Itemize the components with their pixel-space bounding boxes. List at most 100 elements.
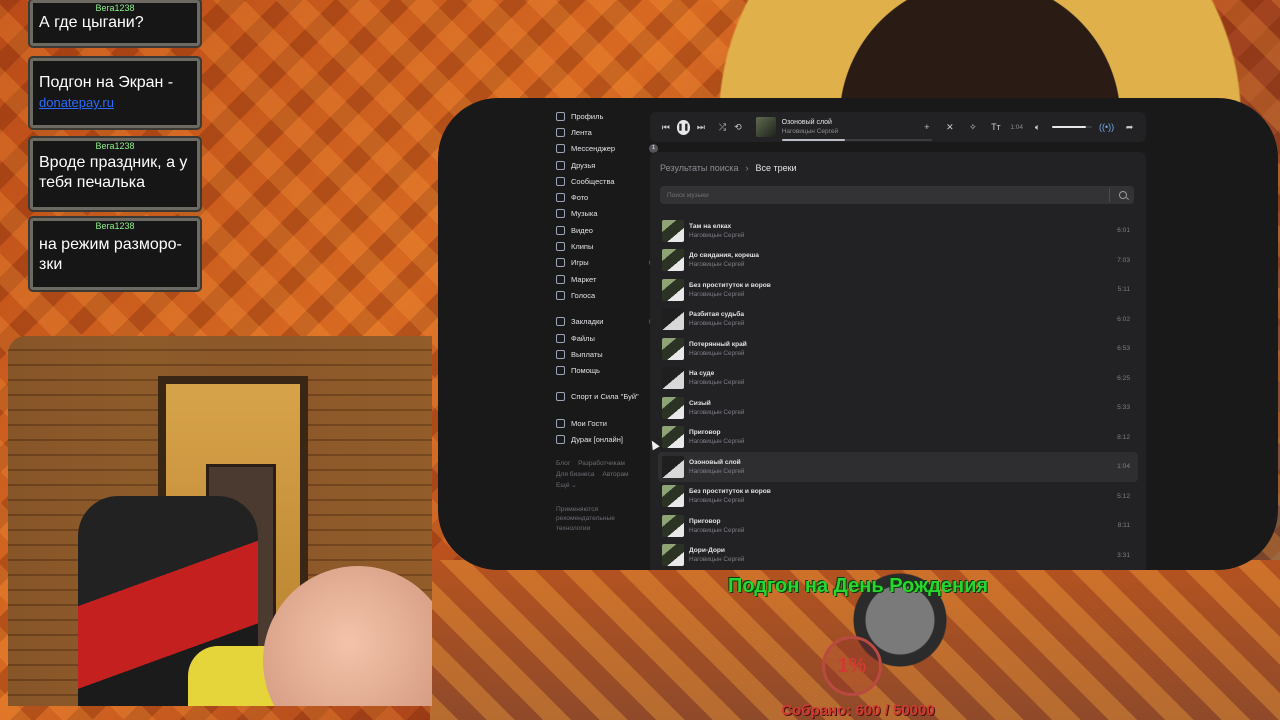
sidebar-item[interactable]: Игры2 xyxy=(556,255,658,271)
lyrics-icon[interactable]: Tт xyxy=(987,122,1004,132)
track-row[interactable]: Без проституток и воров Наговицын Сергей 5… xyxy=(658,275,1138,305)
sidebar-item[interactable]: Мессенджер 1 xyxy=(556,141,658,157)
nav-separator xyxy=(556,304,658,314)
donation-link[interactable]: donatepay.ru xyxy=(39,95,114,110)
track-title[interactable]: Дори-Дори xyxy=(689,546,1117,555)
volume-slider[interactable] xyxy=(1052,126,1093,128)
track-title[interactable]: На суде xyxy=(689,369,1117,378)
sidebar-item[interactable]: Закладки3 xyxy=(556,314,658,330)
playback-progress[interactable] xyxy=(781,139,932,141)
recommendations-icon[interactable]: ✧ xyxy=(964,122,981,133)
track-artist[interactable]: Наговицын Сергей xyxy=(689,555,1117,564)
sidebar-item[interactable]: Друзья xyxy=(556,157,658,173)
track-artist[interactable]: Наговицын Сергей xyxy=(689,260,1117,269)
footer-link-authors[interactable]: Авторам xyxy=(602,471,628,478)
broadcast-icon[interactable]: ((•)) xyxy=(1098,122,1115,132)
track-title[interactable]: Приговор xyxy=(689,428,1117,437)
sidebar-item[interactable]: Видео xyxy=(556,222,658,238)
footer-link-more[interactable]: Ещё ⌄ xyxy=(556,482,577,489)
track-duration: 6:53 xyxy=(1117,345,1130,353)
previous-track-icon[interactable]: ⏮ xyxy=(658,122,674,133)
volume-icon[interactable]: 🔈︎ xyxy=(1029,122,1046,133)
sidebar-item[interactable]: Клипы xyxy=(556,238,658,254)
track-title[interactable]: До свидания, кореша xyxy=(689,251,1117,260)
track-row[interactable]: Разбитая судьба Наговицын Сергей 6:02 xyxy=(658,305,1138,335)
footer-link-developers[interactable]: Разработчикам xyxy=(578,460,625,467)
sidebar-item[interactable]: Профиль xyxy=(556,108,658,124)
repeat-icon[interactable]: ⟲ xyxy=(730,122,746,133)
track-row[interactable]: Дори-Дори Наговицын Сергей 3:31 xyxy=(658,541,1138,571)
track-cover[interactable] xyxy=(662,337,684,360)
now-playing-artist[interactable]: Наговицын Сергей xyxy=(782,127,919,136)
track-artist[interactable]: Наговицын Сергей xyxy=(689,378,1117,387)
sidebar-item[interactable]: Спорт и Сила "Буй" xyxy=(556,389,658,405)
track-artist[interactable]: Наговицын Сергей xyxy=(689,231,1117,240)
track-title[interactable]: Там на елках xyxy=(689,222,1117,231)
track-title[interactable]: Озоновый слой xyxy=(689,458,1117,467)
track-title[interactable]: Разбитая судьба xyxy=(689,310,1117,319)
search-icon[interactable] xyxy=(1119,191,1127,199)
now-playing-title[interactable]: Озоновый слой xyxy=(782,118,919,127)
track-row[interactable]: Там на елках Наговицын Сергей 6:01 xyxy=(658,216,1138,246)
track-row[interactable]: До свидания, кореша Наговицын Сергей 7:03 xyxy=(658,246,1138,276)
sidebar-item[interactable]: Голоса xyxy=(556,287,658,303)
track-cover[interactable] xyxy=(662,426,684,449)
sidebar-item[interactable]: Помощь xyxy=(556,362,658,378)
track-artist[interactable]: Наговицын Сергей xyxy=(689,437,1117,446)
sidebar-item-label: Фото xyxy=(571,193,589,203)
sidebar-item[interactable]: Музыка xyxy=(556,206,658,222)
now-playing-cover[interactable] xyxy=(755,117,776,137)
track-row[interactable]: Приговор Наговицын Сергей 8:12 xyxy=(658,423,1138,453)
track-cover[interactable] xyxy=(662,396,684,419)
track-artist[interactable]: Наговицын Сергей xyxy=(689,290,1118,299)
track-cover[interactable] xyxy=(662,455,684,478)
track-cover[interactable] xyxy=(662,367,684,390)
donation-goal-percent: 1% xyxy=(837,654,867,677)
sidebar-item[interactable]: Дурак [онлайн] xyxy=(556,431,658,447)
track-row[interactable]: Озоновый слой Наговицын Сергей 1:04 xyxy=(658,452,1138,482)
track-artist[interactable]: Наговицын Сергей xyxy=(689,319,1117,328)
track-title[interactable]: Приговор xyxy=(689,517,1118,526)
sidebar-item[interactable]: Маркет xyxy=(556,271,658,287)
track-row[interactable]: Сизый Наговицын Сергей 5:33 xyxy=(658,393,1138,423)
sidebar-item[interactable]: Фото xyxy=(556,189,658,205)
track-cover[interactable] xyxy=(662,544,684,567)
track-cover[interactable] xyxy=(662,249,684,272)
track-artist[interactable]: Наговицын Сергей xyxy=(689,496,1117,505)
track-title[interactable]: Без проституток и воров xyxy=(689,281,1118,290)
track-row[interactable]: Без проституток и воров Наговицын Сергей 5… xyxy=(658,482,1138,512)
track-cover[interactable] xyxy=(662,219,684,242)
dislike-icon[interactable]: ✕ xyxy=(941,122,958,133)
sidebar-item[interactable]: Выплаты xyxy=(556,346,658,362)
track-cover[interactable] xyxy=(662,308,684,331)
track-title[interactable]: Потерянный край xyxy=(689,340,1117,349)
track-duration: 6:01 xyxy=(1117,227,1130,235)
sidebar-item[interactable]: Сообщества xyxy=(556,173,658,189)
share-icon[interactable]: ➦ xyxy=(1121,122,1138,133)
breadcrumb-search-results[interactable]: Результаты поиска xyxy=(660,163,738,173)
add-icon[interactable]: + xyxy=(918,122,935,132)
track-title[interactable]: Без проституток и воров xyxy=(689,487,1117,496)
sidebar-item[interactable]: Мои Гости xyxy=(556,415,658,431)
footer-link-business[interactable]: Для бизнеса xyxy=(556,471,594,478)
track-artist[interactable]: Наговицын Сергей xyxy=(689,408,1117,417)
next-track-icon[interactable]: ⏭ xyxy=(693,122,709,133)
shuffle-icon[interactable]: ⤮ xyxy=(715,122,731,133)
pause-button[interactable]: ❚❚ xyxy=(676,119,691,135)
sidebar-item[interactable]: Файлы xyxy=(556,330,658,346)
track-artist[interactable]: Наговицын Сергей xyxy=(689,526,1118,535)
track-row[interactable]: Приговор Наговицын Сергей 8:11 xyxy=(658,511,1138,541)
track-row[interactable]: Потерянный край Наговицын Сергей 6:53 xyxy=(658,334,1138,364)
track-artist[interactable]: Наговицын Сергей xyxy=(689,349,1117,358)
track-cover[interactable] xyxy=(662,514,684,537)
track-cover[interactable] xyxy=(662,278,684,301)
community-icon xyxy=(556,392,565,402)
track-title[interactable]: Сизый xyxy=(689,399,1117,408)
track-cover[interactable] xyxy=(662,485,684,508)
track-row[interactable]: На суде Наговицын Сергей 6:25 xyxy=(658,364,1138,394)
music-search-input[interactable] xyxy=(667,191,1100,199)
footer-link-blog[interactable]: Блог xyxy=(556,460,570,467)
sidebar-item[interactable]: Лента xyxy=(556,124,658,140)
track-artist[interactable]: Наговицын Сергей xyxy=(689,467,1117,476)
payouts-icon xyxy=(556,349,565,359)
